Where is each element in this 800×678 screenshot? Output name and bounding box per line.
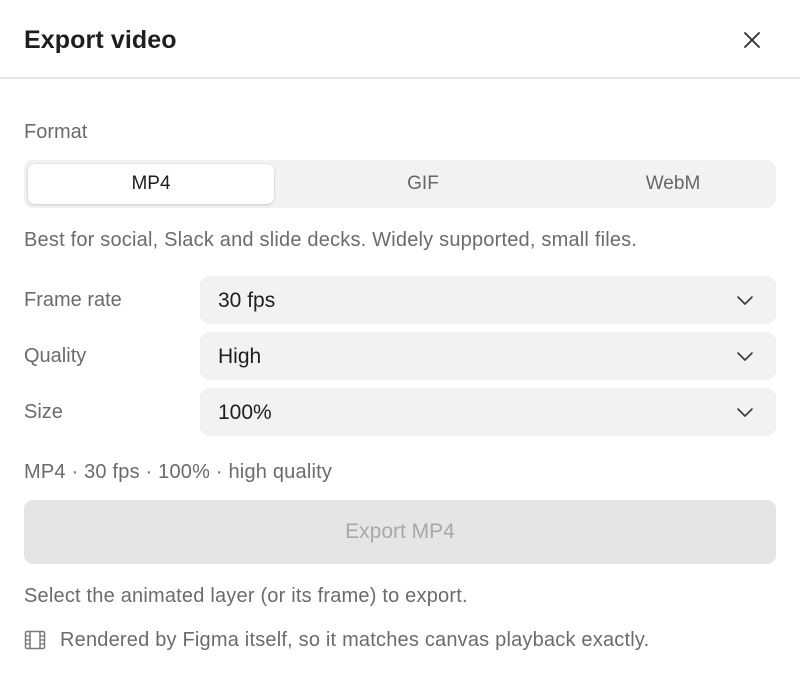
dialog-header: Export video	[0, 0, 800, 79]
quality-label: Quality	[24, 345, 87, 367]
format-option-gif[interactable]: GIF	[300, 164, 546, 204]
format-label: Format	[24, 121, 88, 143]
format-option-mp4[interactable]: MP4	[28, 164, 274, 204]
render-note-text: Rendered by Figma itself, so it matches …	[60, 628, 650, 651]
chevron-down-icon	[737, 352, 753, 361]
chevron-down-icon	[737, 408, 753, 417]
dialog-title: Export video	[24, 26, 177, 54]
size-select[interactable]: 100%	[200, 388, 776, 436]
quality-select[interactable]: High	[200, 332, 776, 380]
format-description: Best for social, Slack and slide decks. …	[24, 229, 638, 251]
close-icon	[744, 32, 760, 48]
close-button[interactable]	[736, 24, 768, 56]
frame-rate-value: 30 fps	[218, 289, 276, 312]
export-video-dialog: Export video Format MP4 GIF WebM Best fo…	[0, 0, 800, 678]
film-icon	[24, 630, 46, 650]
chevron-down-icon	[737, 296, 753, 305]
selection-hint: Select the animated layer (or its frame)…	[24, 585, 468, 607]
size-label: Size	[24, 401, 63, 423]
size-value: 100%	[218, 401, 272, 424]
export-summary: MP4 · 30 fps · 100% · high quality	[24, 461, 333, 483]
frame-rate-label: Frame rate	[24, 289, 122, 311]
export-button[interactable]: Export MP4	[24, 500, 776, 564]
quality-value: High	[218, 345, 262, 368]
format-option-webm[interactable]: WebM	[550, 164, 796, 204]
frame-rate-select[interactable]: 30 fps	[200, 276, 776, 324]
render-note: Rendered by Figma itself, so it matches …	[24, 628, 649, 652]
format-segmented-control: MP4 GIF WebM	[24, 160, 776, 208]
